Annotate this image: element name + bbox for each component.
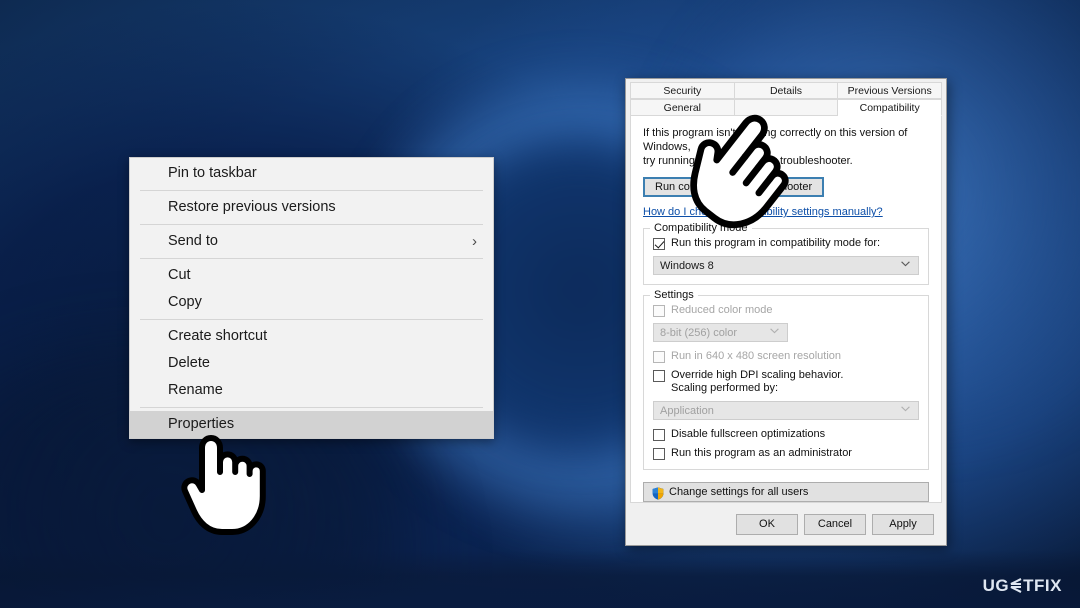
run-640x480-label: Run in 640 x 480 screen resolution <box>671 350 841 362</box>
context-menu-item-cut[interactable]: Cut <box>130 262 493 289</box>
tab-details[interactable]: Details <box>734 82 839 99</box>
context-menu-item-label: Pin to taskbar <box>168 165 257 181</box>
dialog-footer: OK Cancel Apply <box>626 503 946 545</box>
run-in-compatibility-mode-label: Run this program in compatibility mode f… <box>671 237 881 249</box>
context-menu-separator <box>140 190 483 191</box>
change-settings-for-all-users-button[interactable]: Change settings for all users <box>643 482 929 502</box>
context-menu-item-rename[interactable]: Rename <box>130 377 493 404</box>
tab-security[interactable]: Security <box>630 82 735 99</box>
chevron-down-icon <box>901 260 910 270</box>
run-compatibility-troubleshooter-button[interactable]: Run compatibility troubleshooter <box>643 177 825 197</box>
change-settings-for-all-users-label: Change settings for all users <box>669 486 809 498</box>
tab-compatibility[interactable]: Compatibility <box>838 99 943 116</box>
apply-button[interactable]: Apply <box>872 513 934 535</box>
context-menu-item-label: Create shortcut <box>168 328 268 344</box>
context-menu-item-label: Delete <box>168 355 210 371</box>
change-settings-all-users-wrap: Change settings for all users <box>643 482 929 502</box>
run-640x480-checkbox[interactable] <box>653 351 665 363</box>
compatibility-tab-pane: If this program isn't working correctly … <box>630 116 942 503</box>
compatibility-mode-group-title: Compatibility mode <box>650 222 752 234</box>
compatibility-os-select[interactable]: Windows 8 <box>653 256 919 275</box>
override-dpi-label: Override high DPI scaling behavior. Scal… <box>671 369 843 395</box>
properties-dialog[interactable]: Security Details Previous Versions Gener… <box>625 78 947 546</box>
context-menu-separator <box>140 319 483 320</box>
intro-line-2: try running the compatibility troublesho… <box>643 155 853 167</box>
tab-row-bottom[interactable]: General Shortcut Compatibility <box>630 99 943 116</box>
settings-group-title: Settings <box>650 289 698 301</box>
tab-general[interactable]: General <box>630 99 735 116</box>
intro-line-1: If this program isn't working correctly … <box>643 127 908 153</box>
context-menu-item-create-shortcut[interactable]: Create shortcut <box>130 323 493 350</box>
watermark-prefix: UG <box>982 576 1010 595</box>
compatibility-mode-groupbox: Compatibility mode Run this program in c… <box>643 222 929 285</box>
context-menu-item-properties[interactable]: Properties <box>130 411 493 438</box>
run-as-administrator-label: Run this program as an administrator <box>671 447 852 459</box>
uac-shield-icon <box>652 486 664 500</box>
run-in-compatibility-mode-checkbox[interactable] <box>653 238 665 250</box>
context-menu-item-label: Properties <box>168 416 235 432</box>
compatibility-intro-text: If this program isn't working correctly … <box>643 126 929 168</box>
file-context-menu[interactable]: Pin to taskbar Restore previous versions… <box>129 157 494 439</box>
context-menu-item-delete[interactable]: Delete <box>130 350 493 377</box>
context-menu-item-send-to[interactable]: Send to › <box>130 228 493 255</box>
override-dpi-label-line1: Override high DPI scaling behavior. <box>671 369 844 381</box>
tab-shortcut[interactable]: Shortcut <box>734 99 839 116</box>
chevron-down-icon <box>770 327 779 337</box>
run-in-compatibility-mode-row[interactable]: Run this program in compatibility mode f… <box>653 237 919 250</box>
context-menu-item-copy[interactable]: Copy <box>130 289 493 316</box>
chevron-down-icon <box>901 405 910 415</box>
tab-row-top[interactable]: Security Details Previous Versions <box>630 82 943 99</box>
run-as-administrator-row[interactable]: Run this program as an administrator <box>653 447 919 460</box>
run-640x480-row[interactable]: Run in 640 x 480 screen resolution <box>653 350 919 363</box>
ugetfix-watermark: UG TFIX <box>983 577 1062 594</box>
context-menu-item-label: Cut <box>168 267 191 283</box>
context-menu-item-label: Send to <box>168 233 218 249</box>
compatibility-os-select-value: Windows 8 <box>660 259 714 272</box>
reduced-color-mode-checkbox[interactable] <box>653 305 665 317</box>
chevron-right-icon: › <box>472 233 477 250</box>
context-menu-separator <box>140 258 483 259</box>
override-dpi-label-line2: Scaling performed by: <box>671 382 778 394</box>
settings-groupbox: Settings Reduced color mode 8-bit (256) … <box>643 289 929 470</box>
color-depth-select-value: 8-bit (256) color <box>660 326 738 339</box>
context-menu-item-label: Restore previous versions <box>168 199 336 215</box>
disable-fullscreen-optimizations-checkbox[interactable] <box>653 429 665 441</box>
dpi-scaling-select[interactable]: Application <box>653 401 919 420</box>
ok-button[interactable]: OK <box>736 513 798 535</box>
context-menu-separator <box>140 224 483 225</box>
context-menu-item-label: Rename <box>168 382 223 398</box>
context-menu-item-pin-to-taskbar[interactable]: Pin to taskbar <box>130 160 493 187</box>
choose-settings-manually-link[interactable]: How do I choose compatibility settings m… <box>643 206 883 218</box>
override-dpi-row[interactable]: Override high DPI scaling behavior. Scal… <box>653 369 919 395</box>
dpi-scaling-select-value: Application <box>660 404 714 417</box>
disable-fullscreen-optimizations-row[interactable]: Disable fullscreen optimizations <box>653 428 919 441</box>
reduced-color-mode-row[interactable]: Reduced color mode <box>653 304 919 317</box>
tab-previous-versions[interactable]: Previous Versions <box>838 82 943 99</box>
reduced-color-mode-label: Reduced color mode <box>671 304 773 316</box>
disable-fullscreen-optimizations-label: Disable fullscreen optimizations <box>671 428 826 440</box>
run-as-administrator-checkbox[interactable] <box>653 448 665 460</box>
context-menu-separator <box>140 407 483 408</box>
cancel-button[interactable]: Cancel <box>804 513 866 535</box>
override-dpi-checkbox[interactable] <box>653 370 665 382</box>
desktop-background: Pin to taskbar Restore previous versions… <box>0 0 1080 608</box>
watermark-e-glyph <box>1010 578 1022 593</box>
context-menu-item-label: Copy <box>168 294 202 310</box>
color-depth-select[interactable]: 8-bit (256) color <box>653 323 788 342</box>
dialog-tab-strip[interactable]: Security Details Previous Versions Gener… <box>626 79 946 116</box>
watermark-suffix: TFIX <box>1023 576 1062 595</box>
context-menu-item-restore-previous-versions[interactable]: Restore previous versions <box>130 194 493 221</box>
